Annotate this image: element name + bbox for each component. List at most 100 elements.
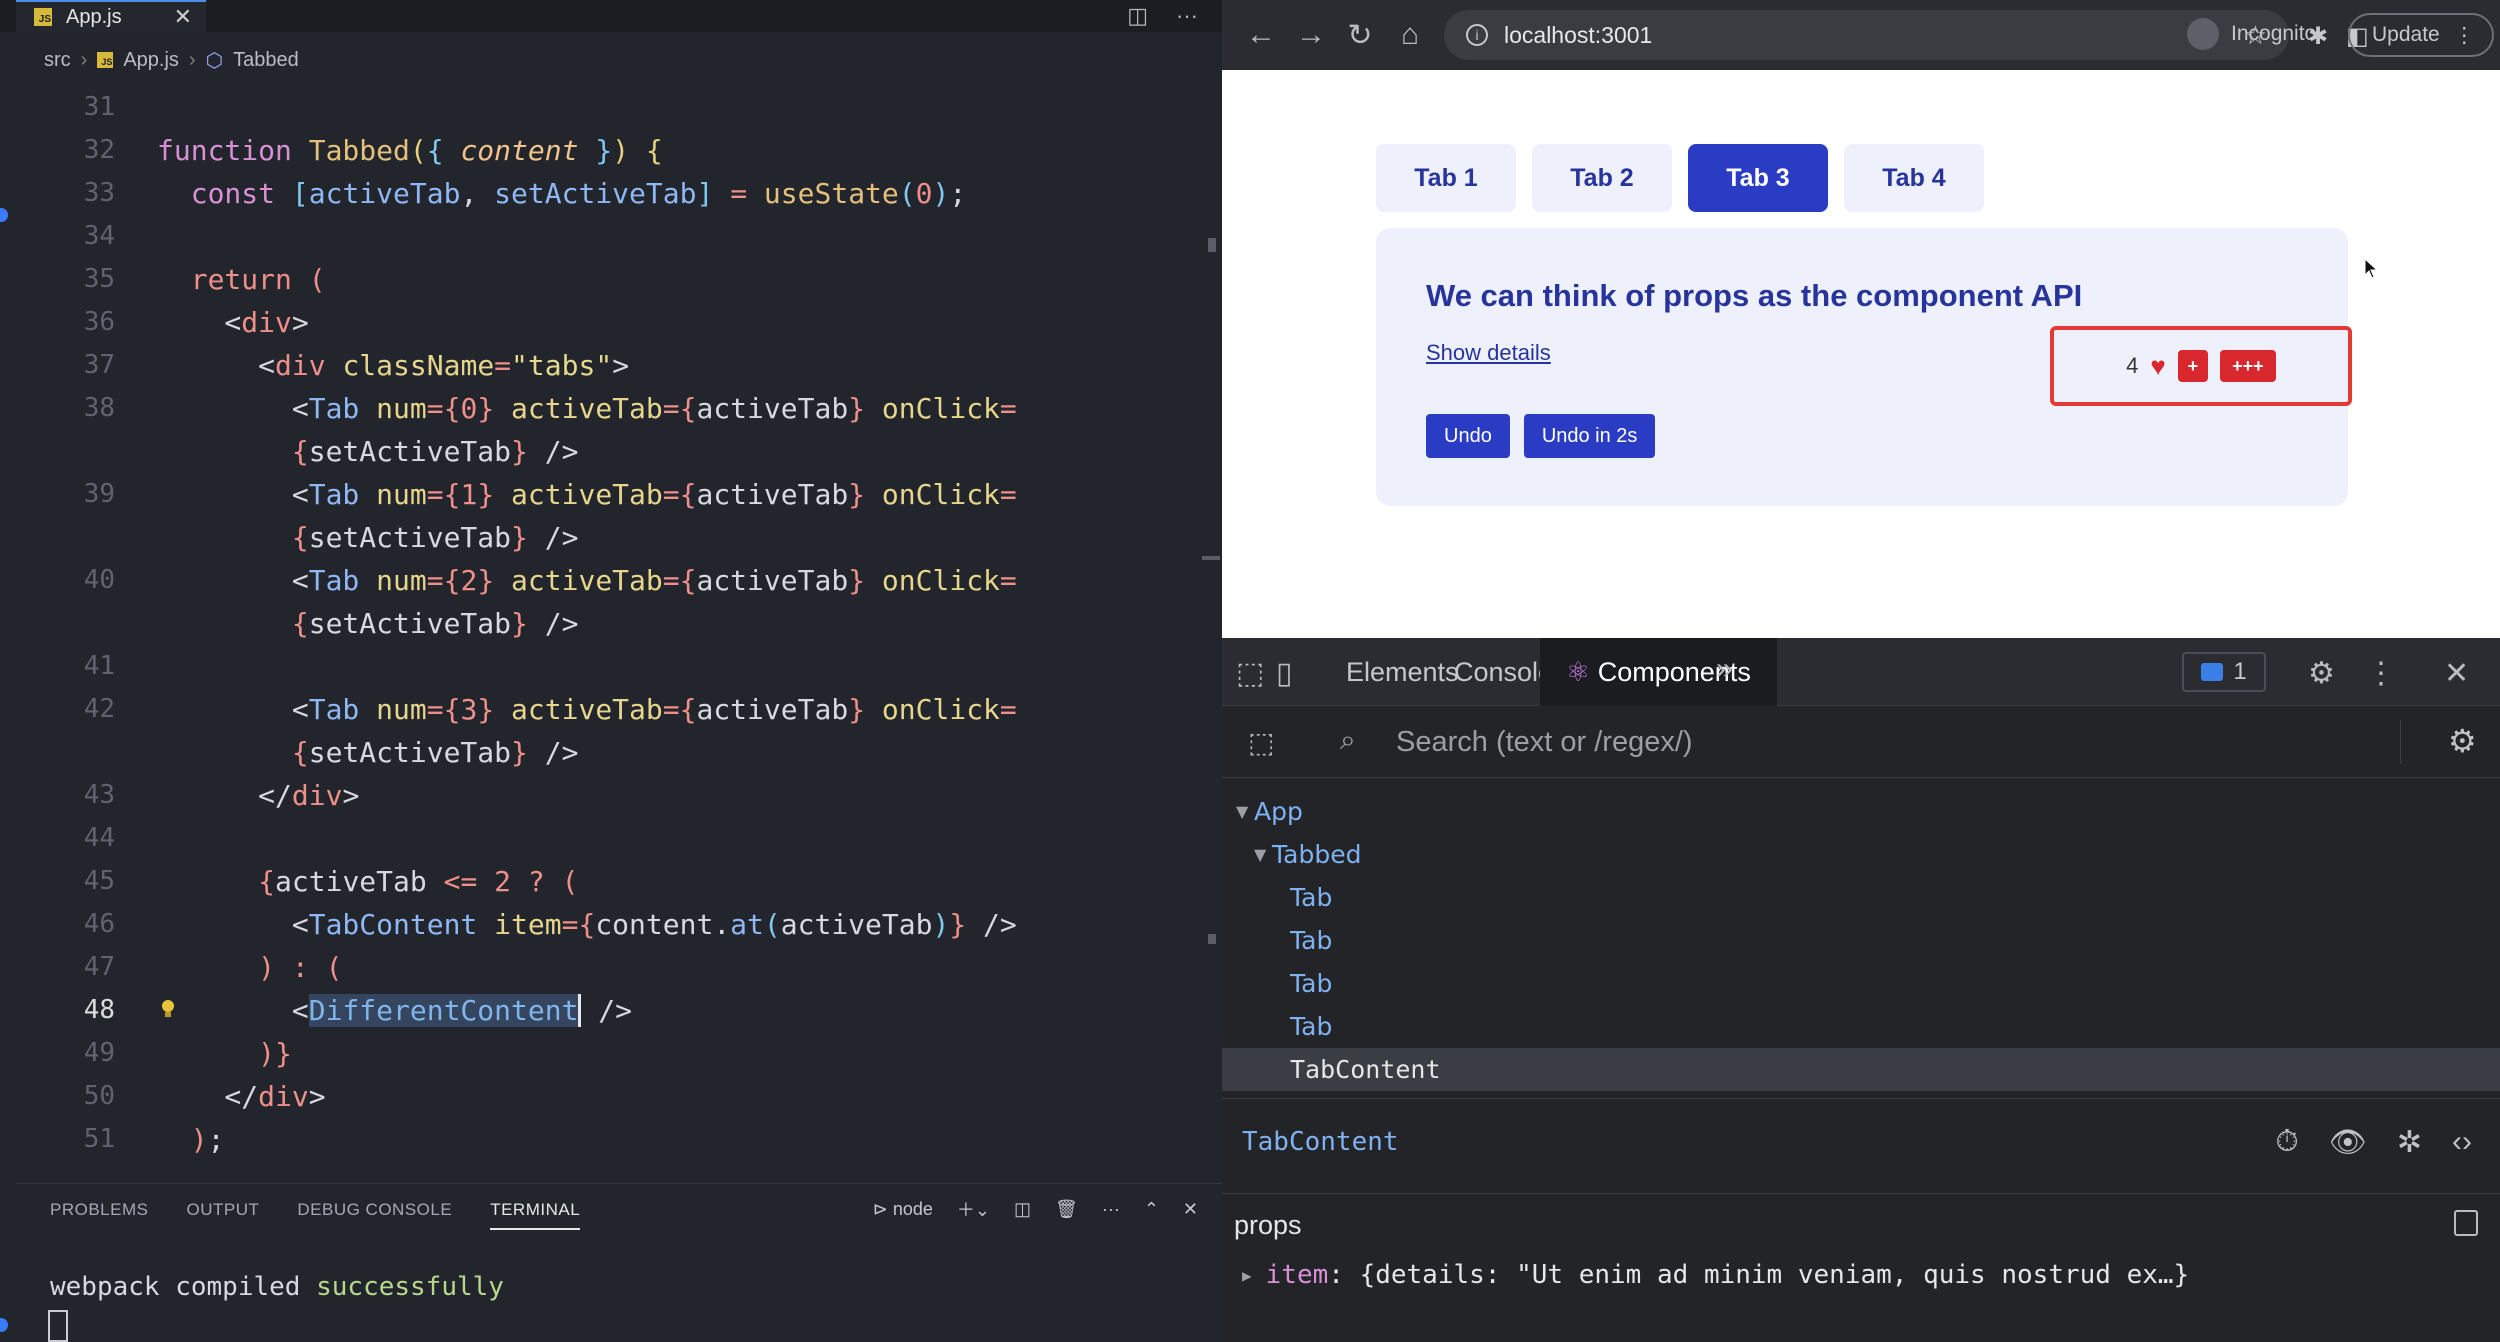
close-icon[interactable]: ✕ — [1183, 1199, 1198, 1220]
tree-node-app[interactable]: ▼ App — [1222, 790, 2500, 833]
likes-count: 4 — [2126, 353, 2139, 378]
site-info-icon[interactable]: i — [1466, 24, 1488, 46]
code-line[interactable]: {setActiveTab} /> — [0, 731, 1222, 774]
undo-button[interactable]: Undo — [1426, 414, 1510, 458]
code-line[interactable]: 44 — [0, 817, 1222, 860]
terminal-shell-icon[interactable]: ⊳ node — [873, 1199, 933, 1220]
stopwatch-icon[interactable]: ⏱ — [2275, 1125, 2298, 1160]
view-source-icon[interactable]: ‹› — [2452, 1125, 2472, 1160]
show-details-link[interactable]: Show details — [1426, 340, 1551, 366]
more-tabs-icon[interactable]: » — [1716, 652, 1733, 686]
code-line[interactable]: 37 <div className="tabs"> — [0, 344, 1222, 387]
plus-button[interactable]: + — [2177, 350, 2208, 382]
select-component-icon[interactable]: ⬚ — [1248, 726, 1274, 759]
line-number: 46 — [83, 909, 115, 939]
code-line[interactable]: 51 ); — [0, 1118, 1222, 1161]
tree-node-tab[interactable]: Tab — [1222, 876, 2500, 919]
breadcrumb-file[interactable]: App.js — [123, 49, 179, 72]
devtools-tab-components[interactable]: ⚛ Components — [1540, 638, 1777, 706]
component-actions: ⏱ 👁 ✲ ‹› — [2275, 1125, 2472, 1160]
code-line[interactable]: 47 ) : ( — [0, 946, 1222, 989]
code-line[interactable]: 31 — [0, 86, 1222, 129]
code-line[interactable]: {setActiveTab} /> — [0, 516, 1222, 559]
split-terminal-icon[interactable]: ◫ — [1014, 1199, 1031, 1220]
code-line[interactable]: 36 <div> — [0, 301, 1222, 344]
more-actions-icon[interactable]: ··· — [1176, 3, 1198, 29]
gear-icon[interactable]: ⚙ — [2308, 656, 2335, 691]
panel-tab-debug-console[interactable]: DEBUG CONSOLE — [297, 1184, 452, 1236]
eye-icon[interactable]: 👁 — [2329, 1125, 2367, 1160]
code-line[interactable]: 41 — [0, 645, 1222, 688]
device-toolbar-icon[interactable]: ▯ — [1276, 656, 1293, 691]
reload-icon[interactable]: ↻ — [1346, 18, 1374, 53]
code-line[interactable]: 40 <Tab num={2} activeTab={activeTab} on… — [0, 559, 1222, 602]
more-menu-icon[interactable]: ⋮ — [2454, 23, 2475, 48]
update-button[interactable]: Update ⋮ — [2348, 13, 2494, 57]
app-tab-1[interactable]: Tab 1 — [1376, 144, 1516, 212]
gear-icon[interactable]: ⚙ — [2448, 722, 2477, 760]
tree-node-tabcontent[interactable]: TabContent — [1222, 1048, 2500, 1091]
tree-node-tab[interactable]: Tab — [1222, 919, 2500, 962]
tree-node-tab[interactable]: Tab — [1222, 962, 2500, 1005]
home-icon[interactable]: ⌂ — [1396, 18, 1424, 52]
close-icon[interactable]: ✕ — [2444, 656, 2469, 691]
code-line[interactable]: 34 — [0, 215, 1222, 258]
tree-node-tabbed[interactable]: ▼ Tabbed — [1222, 833, 2500, 876]
address-bar[interactable]: i localhost:3001 ☆ — [1444, 10, 2289, 60]
copy-icon[interactable] — [2454, 1210, 2478, 1236]
code-line[interactable]: 32 function Tabbed({ content }) { — [0, 129, 1222, 172]
code-line[interactable]: 45 {activeTab <= 2 ? ( — [0, 860, 1222, 903]
app-tab-4[interactable]: Tab 4 — [1844, 144, 1984, 212]
breadcrumb-folder[interactable]: src — [44, 49, 71, 72]
bug-icon[interactable]: ✲ — [2397, 1125, 2422, 1160]
code-line[interactable]: 49 )} — [0, 1032, 1222, 1075]
app-tab-2[interactable]: Tab 2 — [1532, 144, 1672, 212]
code-area[interactable]: 31 32 function Tabbed({ content }) {33 con… — [0, 86, 1222, 1161]
devtools-tab-elements[interactable]: Elements — [1346, 638, 1459, 706]
panel-tab-problems[interactable]: PROBLEMS — [50, 1184, 148, 1236]
close-icon[interactable]: ✕ — [174, 4, 192, 30]
app-tab-3[interactable]: Tab 3 — [1688, 144, 1828, 212]
code-line[interactable]: {setActiveTab} /> — [0, 430, 1222, 473]
code-line[interactable]: 46 <TabContent item={content.at(activeTa… — [0, 903, 1222, 946]
maximize-panel-icon[interactable]: ⌃ — [1144, 1199, 1159, 1220]
code-line[interactable]: 35 return ( — [0, 258, 1222, 301]
code-line[interactable]: 43 </div> — [0, 774, 1222, 817]
panel-tab-terminal[interactable]: TERMINAL — [490, 1184, 581, 1236]
code-line[interactable]: {setActiveTab} /> — [0, 602, 1222, 645]
back-arrow-icon[interactable]: ← — [1246, 18, 1276, 52]
terminal-output[interactable]: webpack compiled successfully — [50, 1272, 504, 1302]
expand-arrow-icon[interactable]: ▼ — [1236, 790, 1248, 833]
expand-arrow-icon[interactable]: ▼ — [1254, 833, 1266, 876]
terminal-shell-label: node — [892, 1198, 933, 1219]
code-line[interactable]: 48 <DifferentContent /> — [0, 989, 1222, 1032]
expand-arrow-icon[interactable]: ▶ — [1242, 1266, 1252, 1285]
new-terminal-icon[interactable]: ＋⌄ — [957, 1196, 990, 1222]
line-number: 41 — [83, 651, 115, 681]
component-search-input[interactable] — [1396, 718, 1996, 766]
code-line[interactable]: 42 <Tab num={3} activeTab={activeTab} on… — [0, 688, 1222, 731]
inspect-element-icon[interactable]: ⬚ — [1236, 656, 1264, 691]
editor-tab-app-js[interactable]: JS App.js ✕ — [16, 0, 206, 32]
prop-item-row[interactable]: ▶ item: {details: "Ut enim ad minim venia… — [1242, 1260, 2189, 1290]
trash-icon[interactable]: 🗑 — [1055, 1199, 1078, 1220]
more-actions-icon[interactable]: ··· — [1102, 1199, 1120, 1220]
panel-tab-output[interactable]: OUTPUT — [186, 1184, 259, 1236]
incognito-profile[interactable]: Incognito — [2187, 18, 2316, 50]
heart-icon: ♥ — [2150, 350, 2166, 381]
selected-component-name: TabContent — [1242, 1127, 1399, 1157]
code-line[interactable]: 39 <Tab num={1} activeTab={activeTab} on… — [0, 473, 1222, 516]
split-editor-icon[interactable]: ◫ — [1127, 3, 1148, 29]
undo-in-2s-button[interactable]: Undo in 2s — [1523, 414, 1656, 458]
breakpoint-marker[interactable] — [0, 1318, 8, 1332]
plus-three-button[interactable]: +++ — [2219, 350, 2276, 382]
issues-badge[interactable]: 1 — [2182, 652, 2266, 692]
tree-node-tab[interactable]: Tab — [1222, 1005, 2500, 1048]
code-line[interactable]: 50 </div> — [0, 1075, 1222, 1118]
forward-arrow-icon[interactable]: → — [1296, 18, 1326, 52]
code-line[interactable]: 38 <Tab num={0} activeTab={activeTab} on… — [0, 387, 1222, 430]
devtools-tab-console[interactable]: Console — [1454, 638, 1553, 706]
breadcrumb-symbol[interactable]: Tabbed — [233, 49, 299, 72]
code-line[interactable]: 33 const [activeTab, setActiveTab] = use… — [0, 172, 1222, 215]
kebab-menu-icon[interactable]: ⋮ — [2366, 656, 2396, 691]
